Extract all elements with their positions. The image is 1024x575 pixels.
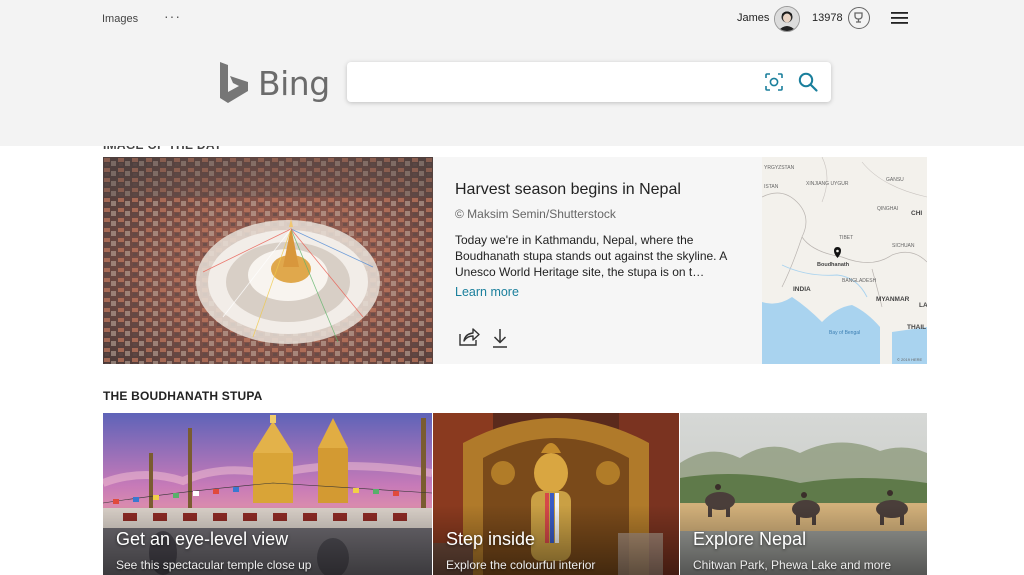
section-heading: THE BOUDHANATH STUPA [103, 389, 263, 403]
nav-images-link[interactable]: Images [102, 13, 138, 25]
map-label: BANGLADESH [842, 278, 877, 284]
map-label: YRGYZSTAN [764, 165, 795, 171]
download-icon[interactable] [491, 327, 509, 349]
avatar-image [775, 7, 799, 31]
map-label: XINJIANG UYGUR [806, 181, 849, 187]
map-label-boudhanath: Boudhanath [817, 262, 850, 268]
iotd-learn-more-link[interactable]: Learn more [455, 285, 519, 299]
map-label: QINGHAI [877, 206, 899, 212]
tile-subtitle: See this spectacular temple close up [116, 558, 312, 572]
tile-eye-level-view[interactable]: Get an eye-level view See this spectacul… [103, 413, 432, 575]
bing-b-mark-icon [220, 62, 248, 103]
iotd-description: Today we're in Kathmandu, Nepal, where t… [455, 233, 727, 279]
rewards-count[interactable]: 13978 [812, 12, 843, 24]
iotd-copyright: © Maksim Semin/Shutterstock [455, 207, 616, 221]
iotd-location-map[interactable]: YRGYZSTAN ISTAN XINJIANG UYGUR GANSU QIN… [762, 157, 927, 364]
rewards-trophy-icon[interactable] [848, 7, 870, 29]
map-label: TIBET [839, 235, 854, 241]
map-label: MYANMAR [876, 296, 910, 303]
tile-step-inside[interactable]: Step inside Explore the colourful interi… [433, 413, 679, 575]
bing-logo[interactable]: Bing [218, 61, 330, 105]
tile-title: Explore Nepal [693, 529, 807, 549]
map-label: INDIA [793, 286, 811, 293]
avatar[interactable] [774, 6, 800, 32]
map-label: LA [919, 302, 927, 309]
iotd-title[interactable]: Harvest season begins in Nepal [455, 181, 681, 199]
iotd-info-panel: Harvest season begins in Nepal © Maksim … [455, 157, 755, 364]
map-label: SICHUAN [892, 243, 915, 249]
map-copyright: © 2019 HERE [897, 357, 923, 362]
tile-subtitle: Chitwan Park, Phewa Lake and more [693, 558, 892, 572]
visual-search-camera-icon[interactable] [764, 72, 784, 92]
user-name[interactable]: James [737, 12, 769, 24]
map-label: THAIL [907, 324, 927, 331]
map-label: ISTAN [764, 184, 779, 190]
map-label: Bay of Bengal [829, 330, 861, 336]
iotd-photo-stupa-aerial[interactable] [103, 157, 433, 364]
search-input[interactable] [359, 70, 753, 96]
header-band: Images ··· James 13978 Bing [0, 0, 1024, 146]
image-of-the-day-card: Harvest season begins in Nepal © Maksim … [103, 157, 927, 364]
nav-more-button[interactable]: ··· [164, 8, 181, 24]
bing-wordmark: Bing [258, 64, 330, 103]
share-icon[interactable] [458, 327, 480, 347]
tile-title: Get an eye-level view [116, 529, 289, 549]
hamburger-menu-icon[interactable] [891, 11, 909, 25]
tile-explore-nepal[interactable]: Explore Nepal Chitwan Park, Phewa Lake a… [680, 413, 927, 575]
tile-title: Step inside [446, 529, 536, 549]
search-box [347, 62, 831, 102]
map-label: GANSU [886, 177, 904, 183]
search-icon[interactable] [797, 71, 819, 93]
map-label: CHI [911, 210, 923, 217]
tile-subtitle: Explore the colourful interior [446, 558, 596, 572]
